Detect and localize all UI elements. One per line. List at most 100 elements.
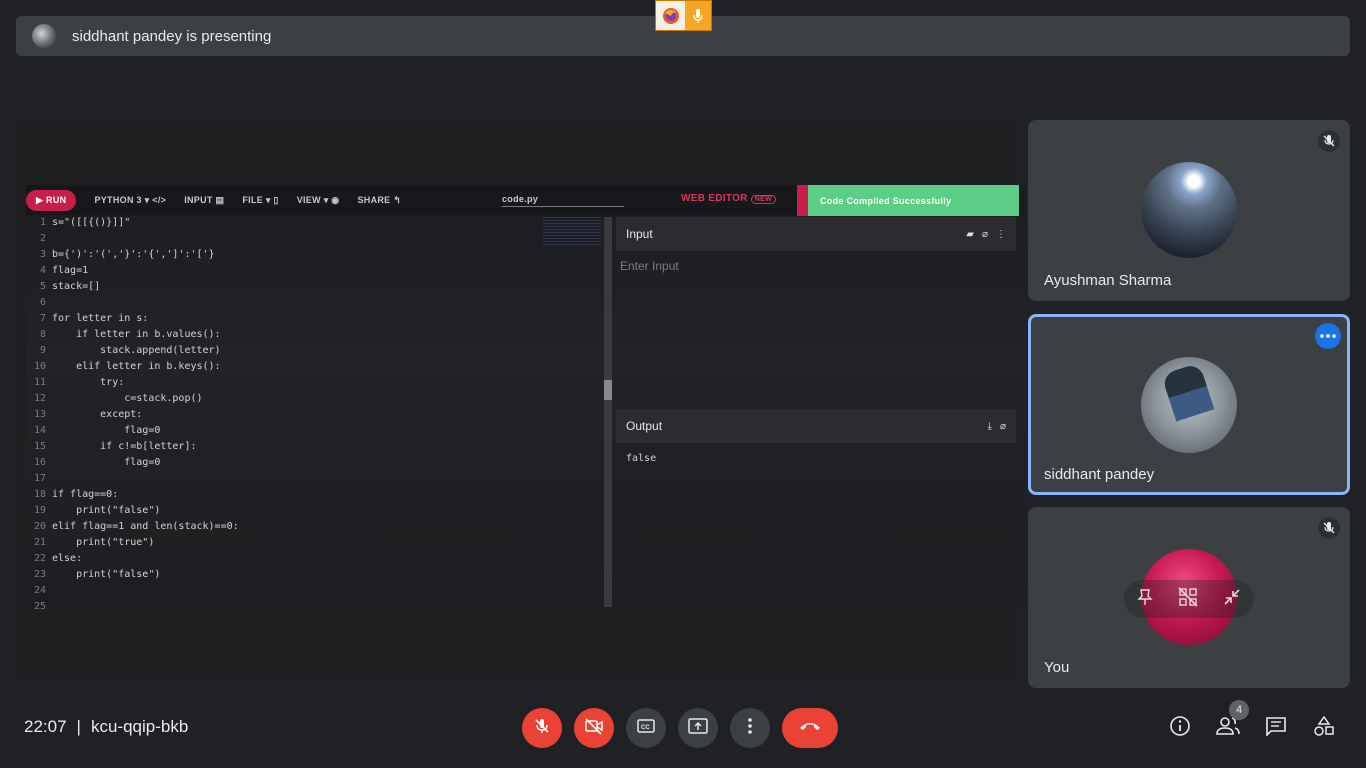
present-now-button[interactable]: [678, 708, 718, 748]
input-toggle[interactable]: INPUT ▤: [184, 195, 224, 206]
code-line[interactable]: 21 print("true"): [26, 535, 616, 551]
code-line[interactable]: 25: [26, 599, 616, 615]
code-line[interactable]: 11 try:: [26, 375, 616, 391]
meeting-details-button[interactable]: [1164, 714, 1196, 742]
hide-self-view-icon[interactable]: [1178, 586, 1198, 612]
mic-toggle-button[interactable]: [522, 708, 562, 748]
code-text: stack.append(letter): [52, 345, 221, 356]
code-line[interactable]: 15 if c!=b[letter]:: [26, 439, 616, 455]
input-textarea[interactable]: Enter Input: [616, 251, 1016, 409]
language-selector[interactable]: PYTHON 3 ▾ </>: [94, 195, 166, 206]
minimize-icon[interactable]: [1223, 588, 1241, 611]
code-text: b={')':'(','}':'{',']':'['}: [52, 249, 215, 260]
line-number: 12: [33, 393, 46, 404]
line-number: 7: [39, 313, 46, 324]
code-line[interactable]: 3 b={')':'(','}':'{',']':'['}: [26, 247, 616, 263]
line-number: 23: [33, 569, 46, 580]
people-button[interactable]: 4: [1212, 700, 1249, 742]
share-menu[interactable]: SHARE ↰: [357, 195, 401, 206]
avatar: [1141, 162, 1237, 258]
code-line[interactable]: 17: [26, 471, 616, 487]
line-number: 18: [33, 489, 46, 500]
more-options-button[interactable]: [730, 708, 770, 748]
run-button[interactable]: ▶ RUN: [26, 189, 77, 211]
code-line[interactable]: 5 stack=[]: [26, 279, 616, 295]
sharing-indicator[interactable]: [655, 0, 712, 31]
code-text: elif flag==1 and len(stack)==0:: [52, 521, 239, 532]
code-line[interactable]: 16 flag=0: [26, 455, 616, 471]
folder-icon[interactable]: ▰: [966, 229, 974, 240]
code-line[interactable]: 12 c=stack.pop(): [26, 391, 616, 407]
share-menu-label: SHARE: [357, 194, 391, 205]
line-number: 21: [33, 537, 46, 548]
captions-button[interactable]: CC: [626, 708, 666, 748]
line-number: 13: [33, 409, 46, 420]
splitter-handle[interactable]: [604, 380, 612, 400]
view-menu-label: VIEW: [296, 194, 321, 205]
line-number: 20: [33, 521, 46, 532]
code-line[interactable]: 2: [26, 231, 616, 247]
code-text: flag=0: [52, 457, 161, 468]
code-line[interactable]: 23 print("false"): [26, 567, 616, 583]
leave-call-button[interactable]: [782, 708, 838, 748]
line-number: 11: [33, 377, 46, 388]
code-line[interactable]: 14 flag=0: [26, 423, 616, 439]
line-number: 3: [39, 249, 46, 260]
brand-logo: WEB EDITOR NEW: [681, 193, 776, 204]
code-line[interactable]: 24: [26, 583, 616, 599]
code-line[interactable]: 13 except:: [26, 407, 616, 423]
code-minimap[interactable]: [543, 217, 601, 247]
code-line[interactable]: 7 for letter in s:: [26, 311, 616, 327]
line-number: 1: [39, 217, 46, 228]
output-value: false: [626, 453, 657, 464]
participant-tile-you[interactable]: You: [1028, 507, 1350, 688]
view-menu[interactable]: VIEW ▾ ◉: [297, 195, 340, 206]
clock: 22:07: [24, 717, 67, 736]
code-line[interactable]: 22 else:: [26, 551, 616, 567]
meeting-tools: 4: [1164, 700, 1356, 742]
mic-off-icon: [1318, 517, 1340, 539]
attach-icon[interactable]: ⌀: [982, 229, 988, 240]
microphone-icon: [685, 1, 711, 30]
code-text: print("false"): [52, 505, 161, 516]
code-line[interactable]: 19 print("false"): [26, 503, 616, 519]
code-line[interactable]: 8 if letter in b.values():: [26, 327, 616, 343]
file-menu-label: FILE: [242, 194, 264, 205]
avatar-figure: [1161, 362, 1221, 442]
line-number: 17: [33, 473, 46, 484]
file-menu[interactable]: FILE ▾ ▯: [242, 195, 278, 206]
code-line[interactable]: 4 flag=1: [26, 263, 616, 279]
line-number: 25: [33, 601, 46, 612]
mic-off-icon: [533, 717, 551, 740]
code-line[interactable]: 9 stack.append(letter): [26, 343, 616, 359]
camera-off-icon: [584, 717, 604, 740]
code-line[interactable]: 6: [26, 295, 616, 311]
code-line[interactable]: 1 s="([[{()}]]": [26, 215, 616, 231]
filename-field[interactable]: code.py: [502, 194, 624, 207]
line-number: 15: [33, 441, 46, 452]
code-line[interactable]: 10 elif letter in b.keys():: [26, 359, 616, 375]
chat-button[interactable]: [1260, 714, 1292, 742]
activities-button[interactable]: [1308, 714, 1340, 742]
line-number: 6: [39, 297, 46, 308]
download-icon[interactable]: ⤓: [988, 421, 992, 432]
attach-icon[interactable]: ⌀: [1000, 421, 1006, 432]
camera-toggle-button[interactable]: [574, 708, 614, 748]
code-area[interactable]: 1 s="([[{()}]]" 2 3 b={')':'(','}':'{',']':'…: [26, 215, 616, 612]
participant-tile-ayushman[interactable]: Ayushman Sharma: [1028, 120, 1350, 301]
pin-icon[interactable]: [1136, 588, 1153, 611]
shared-screen: ▶ RUN PYTHON 3 ▾ </> INPUT ▤ FILE ▾ ▯ VI…: [16, 120, 1026, 680]
more-options-button[interactable]: [1315, 323, 1341, 349]
compile-status-toast: Code Compiled Successfully: [797, 185, 1019, 216]
meeting-info: 22:07 | kcu-qqip-bkb: [24, 717, 188, 737]
code-line[interactable]: 20 elif flag==1 and len(stack)==0:: [26, 519, 616, 535]
code-line[interactable]: 18 if flag==0:: [26, 487, 616, 503]
line-number: 9: [39, 345, 46, 356]
kebab-icon[interactable]: ⋮: [996, 229, 1006, 240]
pane-splitter[interactable]: [604, 217, 612, 607]
code-text: for letter in s:: [52, 313, 149, 324]
participant-tile-siddhant[interactable]: siddhant pandey: [1028, 314, 1350, 495]
